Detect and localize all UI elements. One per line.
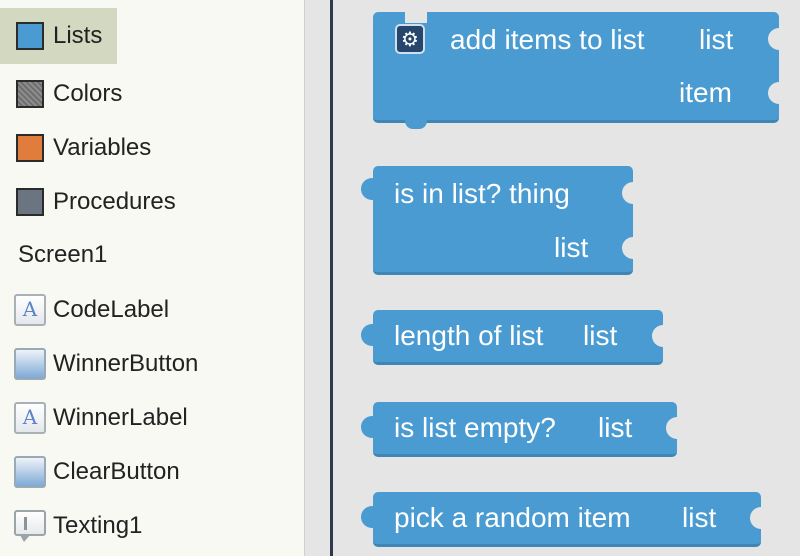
- item-socket-label: item: [679, 77, 732, 108]
- label-icon: A: [14, 294, 46, 326]
- list-input-socket[interactable]: [750, 507, 761, 529]
- length-of-list-block[interactable]: length of list list: [361, 310, 663, 365]
- component-label: Texting1: [53, 512, 143, 539]
- procedures-swatch-icon: [16, 188, 44, 216]
- block-label: is in list? thing: [394, 178, 570, 209]
- label-icon: A: [14, 402, 46, 434]
- category-label: Colors: [53, 80, 123, 107]
- list-socket-label: list: [699, 24, 734, 55]
- is-in-list-block[interactable]: is in list? thing list: [361, 166, 633, 275]
- category-variables[interactable]: Variables: [0, 122, 151, 174]
- drawer-flyout-divider: [330, 0, 333, 556]
- colors-swatch-icon: [16, 80, 44, 108]
- block-notch: [405, 12, 427, 23]
- texting-icon: [14, 510, 46, 542]
- block-label: length of list: [394, 320, 544, 351]
- category-colors[interactable]: Colors: [0, 68, 122, 120]
- list-socket-label: list: [554, 232, 589, 263]
- category-label: Variables: [53, 134, 152, 161]
- screen1-tree-node[interactable]: Screen1: [18, 241, 107, 269]
- blocks-drawer-sidebar: Lists Colors Variables Procedures Screen…: [0, 0, 305, 556]
- pick-a-random-item-block[interactable]: pick a random item list: [361, 492, 761, 547]
- button-icon: [14, 348, 46, 380]
- list-input-socket[interactable]: [622, 237, 633, 259]
- component-label: WinnerButton: [53, 350, 199, 377]
- component-label: CodeLabel: [53, 296, 170, 323]
- block-label: is list empty?: [394, 412, 556, 443]
- component-label: ClearButton: [53, 458, 180, 485]
- is-list-empty-block[interactable]: is list empty? list: [361, 402, 677, 457]
- item-input-socket[interactable]: [768, 82, 779, 104]
- component-texting1[interactable]: Texting1: [0, 500, 142, 552]
- category-procedures[interactable]: Procedures: [0, 176, 176, 228]
- list-socket-label: list: [583, 320, 618, 351]
- category-label: Procedures: [53, 188, 176, 215]
- lists-swatch-icon: [16, 22, 44, 50]
- thing-input-socket[interactable]: [622, 182, 633, 204]
- list-socket-label: list: [598, 412, 633, 443]
- list-socket-label: list: [682, 502, 717, 533]
- component-label: WinnerLabel: [53, 404, 188, 431]
- gear-icon[interactable]: ⚙: [395, 24, 425, 54]
- component-clearbutton[interactable]: ClearButton: [0, 446, 180, 498]
- list-input-socket[interactable]: [652, 325, 663, 347]
- button-icon: [14, 456, 46, 488]
- block-label: pick a random item: [394, 502, 631, 533]
- component-winnerbutton[interactable]: WinnerButton: [0, 338, 198, 390]
- component-codelabel[interactable]: A CodeLabel: [0, 284, 169, 336]
- list-input-socket[interactable]: [666, 417, 677, 439]
- category-lists[interactable]: Lists: [0, 8, 117, 64]
- component-winnerlabel[interactable]: A WinnerLabel: [0, 392, 188, 444]
- block-label: add items to list: [450, 24, 645, 55]
- add-items-to-list-block[interactable]: ⚙ add items to list list item: [373, 12, 779, 129]
- list-input-socket[interactable]: [768, 28, 779, 50]
- category-label: Lists: [53, 22, 103, 49]
- variables-swatch-icon: [16, 134, 44, 162]
